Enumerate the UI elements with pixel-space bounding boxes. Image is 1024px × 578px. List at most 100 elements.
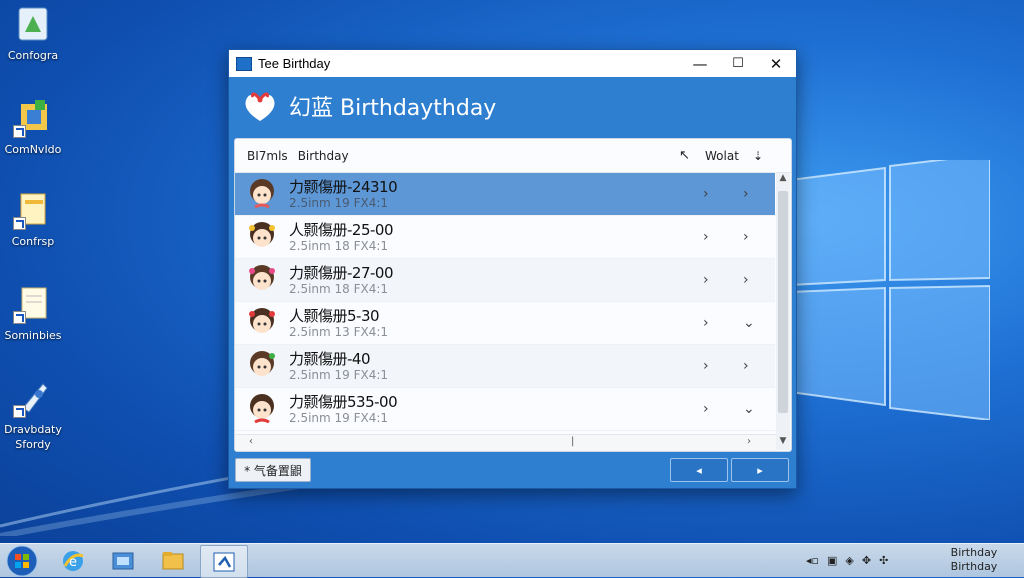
- desktop-icon-confrsp[interactable]: Confrsp: [4, 190, 62, 249]
- shortcut-arrow-icon: [13, 217, 26, 230]
- row-subtitle: 2.5inm 13 FX4:1: [289, 324, 389, 339]
- clock-line-2: Birthday: [950, 560, 998, 573]
- action-center-icon[interactable]: ✣: [879, 554, 888, 567]
- chevron-right-icon[interactable]: ›: [743, 229, 749, 245]
- chevron-down-icon[interactable]: ⌄: [743, 401, 755, 417]
- scroll-right-icon[interactable]: ›: [747, 436, 751, 447]
- system-tray: ◂▫ ▣ ◈ ✥ ✣: [806, 544, 888, 577]
- desktop-icon-sominbies[interactable]: Sominbies: [4, 284, 62, 343]
- taskbar-media-icon[interactable]: [100, 545, 146, 576]
- footer-action-button[interactable]: * 气备置鼰: [235, 458, 311, 482]
- app-header: 幻蓝 Birthdaythday: [229, 77, 796, 135]
- vertical-scrollbar[interactable]: ▲ ▼: [776, 173, 790, 450]
- network-icon[interactable]: ▣: [827, 554, 837, 567]
- desktop-icon-label: ComNvIdo: [4, 143, 62, 156]
- column-header-birthday[interactable]: Birthday: [298, 149, 349, 163]
- column-header-wolat[interactable]: Wolat: [705, 149, 739, 163]
- taskbar-app-icon[interactable]: [200, 545, 248, 578]
- sort-arrow-icon[interactable]: ↖: [679, 148, 690, 163]
- taskbar: e ◂▫ ▣ ◈ ✥ ✣ Birthday Birthday: [0, 543, 1024, 578]
- desktop-icon-confogra[interactable]: Confogra: [4, 4, 62, 63]
- window-titlebar[interactable]: Tee Birthday — ☐ ✕: [229, 50, 796, 77]
- avatar: [250, 351, 275, 376]
- scrollbar-thumb[interactable]: [778, 191, 788, 413]
- minimize-button[interactable]: —: [681, 50, 719, 77]
- chevron-right-icon[interactable]: ›: [743, 186, 749, 202]
- row-subtitle: 2.5inm 18 FX4:1: [289, 281, 389, 296]
- drive-icon: [13, 378, 53, 418]
- taskbar-clock[interactable]: Birthday Birthday: [944, 546, 1004, 574]
- row-name: 力颢傷册-27-00: [289, 263, 394, 282]
- list-column-header: BI7mls Birthday ↖ Wolat ⇣: [235, 139, 791, 173]
- chevron-right-icon[interactable]: ›: [703, 315, 709, 331]
- row-name: 力颢傷册535-00: [289, 392, 398, 411]
- row-name: 人颢傷册5-30: [289, 306, 380, 325]
- avatar: [250, 394, 274, 424]
- scrollbar-thumb[interactable]: |: [571, 436, 574, 447]
- maximize-button[interactable]: ☐: [719, 50, 757, 77]
- desktop-icon-dravbdaty[interactable]: Dravbdaty Sfordy: [4, 378, 62, 452]
- windows-logo-wallpaper: [790, 160, 990, 420]
- next-button[interactable]: ▸: [731, 458, 789, 482]
- chevron-right-icon[interactable]: ›: [703, 358, 709, 374]
- volume-icon[interactable]: ◈: [845, 554, 853, 567]
- desktop-icon-label: Sominbies: [4, 329, 62, 342]
- document-icon: [13, 284, 53, 324]
- avatar: [249, 222, 275, 247]
- shortcut-arrow-icon: [13, 405, 26, 418]
- horizontal-scrollbar[interactable]: ‹ | ›: [235, 434, 776, 451]
- birthday-list: 力颢傷册-24310 2.5inm 19 FX4:1 › › 人颢傷册-25-00…: [235, 173, 775, 431]
- birthday-list-panel: BI7mls Birthday ↖ Wolat ⇣ 力颢傷册-24310 2.5i…: [234, 138, 792, 452]
- chevron-right-icon[interactable]: ›: [743, 272, 749, 288]
- list-item[interactable]: 力颢傷册-24310 2.5inm 19 FX4:1 › ›: [235, 173, 775, 216]
- desktop-icon-label: Confogra: [7, 49, 59, 62]
- chevron-right-icon[interactable]: ›: [703, 272, 709, 288]
- list-item[interactable]: 力颢傷册535-00 2.5inm 19 FX4:1 › ⌄: [235, 388, 775, 431]
- svg-text:e: e: [69, 555, 77, 570]
- tray-arrow-icon[interactable]: ◂▫: [806, 554, 819, 567]
- folder-icon: [13, 190, 53, 230]
- window-title: Tee Birthday: [258, 56, 331, 71]
- settings-icon[interactable]: ✥: [862, 554, 871, 567]
- chevron-right-icon[interactable]: ›: [703, 229, 709, 245]
- avatar: [250, 179, 274, 209]
- birthday-window: Tee Birthday — ☐ ✕ 幻蓝 Birthdaythday BI7m…: [228, 49, 797, 489]
- desktop-icon-label: Dravbdaty Sfordy: [4, 423, 62, 451]
- list-item[interactable]: 人颢傷册-25-00 2.5inm 18 FX4:1 › ›: [235, 216, 775, 259]
- chevron-right-icon[interactable]: ›: [743, 358, 749, 374]
- desktop-icon-label: Confrsp: [11, 235, 55, 248]
- list-item[interactable]: 人颢傷册5-30 2.5inm 13 FX4:1 › ⌄: [235, 302, 775, 345]
- clock-line-1: Birthday: [950, 546, 998, 559]
- taskbar-folder-icon[interactable]: [150, 545, 196, 576]
- column-header-name[interactable]: BI7mls: [247, 149, 288, 163]
- avatar: [249, 265, 275, 290]
- shortcut-arrow-icon: [13, 125, 26, 138]
- row-subtitle: 2.5inm 19 FX4:1: [289, 195, 389, 210]
- chevron-right-icon[interactable]: ›: [703, 186, 709, 202]
- app-header-title: 幻蓝 Birthdaythday: [289, 96, 497, 121]
- avatar: [249, 308, 275, 333]
- list-item[interactable]: 力颢傷册-27-00 2.5inm 18 FX4:1 › ›: [235, 259, 775, 302]
- birthday-logo-icon: [245, 92, 275, 121]
- chevron-right-icon[interactable]: ›: [703, 401, 709, 417]
- row-subtitle: 2.5inm 19 FX4:1: [289, 410, 389, 425]
- row-subtitle: 2.5inm 18 FX4:1: [289, 238, 389, 253]
- list-item[interactable]: 力颢傷册-40 2.5inm 19 FX4:1 › ›: [235, 345, 775, 388]
- scroll-down-icon[interactable]: ▼: [776, 436, 790, 450]
- row-name: 力颢傷册-24310: [289, 177, 398, 196]
- chevron-down-icon[interactable]: ⌄: [743, 315, 755, 331]
- row-name: 人颢傷册-25-00: [289, 220, 394, 239]
- sort-direction-icon[interactable]: ⇣: [753, 149, 763, 163]
- scroll-left-icon[interactable]: ‹: [249, 436, 253, 447]
- row-name: 力颢傷册-40: [289, 349, 371, 368]
- taskbar-browser-icon[interactable]: e: [50, 545, 96, 576]
- recycle-app-icon: [13, 4, 53, 44]
- app-icon: [236, 56, 252, 71]
- start-button-icon[interactable]: [2, 545, 42, 577]
- scroll-up-icon[interactable]: ▲: [776, 173, 790, 187]
- close-button[interactable]: ✕: [757, 50, 795, 77]
- previous-button[interactable]: ◂: [670, 458, 728, 482]
- control-panel-icon: [13, 98, 53, 138]
- desktop-icon-comnvido[interactable]: ComNvIdo: [4, 98, 62, 157]
- row-subtitle: 2.5inm 19 FX4:1: [289, 367, 389, 382]
